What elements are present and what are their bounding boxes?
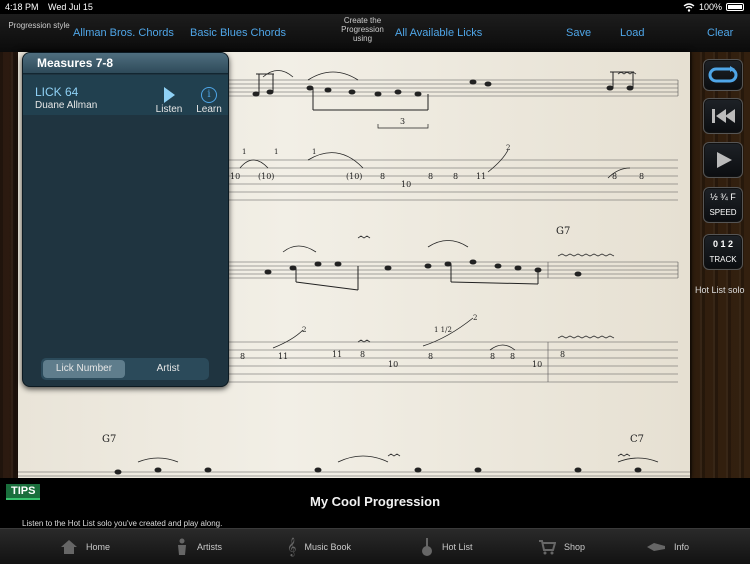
footer-panel: TIPS My Cool Progression Listen to the H…: [0, 478, 750, 528]
play-button[interactable]: [703, 142, 743, 178]
tab-number: 10: [230, 172, 240, 181]
tab-number: 8: [428, 352, 433, 361]
tab-number: 11: [332, 350, 342, 359]
sort-segmented-control: Lick Number Artist: [41, 358, 209, 380]
tab-number: 8: [639, 172, 644, 181]
allman-chords-button[interactable]: Allman Bros. Chords: [73, 27, 174, 39]
info-icon: i: [201, 87, 217, 103]
status-bar: 4:18 PM Wed Jul 15 100%: [0, 0, 750, 14]
lick-panel: Measures 7-8 LICK 64 Duane Allman Listen…: [22, 52, 229, 387]
guitar-icon: [422, 537, 432, 556]
bend-mark: 1: [312, 148, 316, 156]
tab-shop[interactable]: Shop: [538, 529, 585, 564]
learn-button[interactable]: i Learn: [191, 87, 227, 115]
wifi-icon: [683, 2, 695, 12]
track-label: TRACK: [709, 255, 737, 264]
tab-number: 8: [612, 172, 617, 181]
bend-mark: 2: [473, 314, 477, 322]
tab-hot-list[interactable]: Hot List: [420, 529, 473, 564]
guitarist-icon: [178, 538, 186, 555]
battery-percent: 100%: [698, 2, 722, 12]
tab-number: 8: [428, 172, 433, 181]
tab-number: (10): [258, 172, 274, 181]
bend-mark: 1: [274, 148, 278, 156]
status-right: 100%: [683, 2, 744, 12]
speed-button[interactable]: ½ ¾ F SPEED: [703, 187, 743, 223]
chord-label: G7: [102, 434, 116, 445]
tab-artists[interactable]: Artists: [175, 529, 222, 564]
tab-number: 11: [278, 352, 288, 361]
tab-number: 10: [401, 180, 411, 189]
lick-row[interactable]: LICK 64 Duane Allman Listen i Learn: [23, 75, 228, 115]
chord-label: G7: [556, 226, 570, 237]
treble-clef-icon: 𝄞: [287, 536, 297, 556]
save-button[interactable]: Save: [566, 27, 591, 39]
triplet-mark: 3: [400, 117, 405, 126]
hotlist-caption: Hot List solo: [695, 285, 745, 295]
tab-number: 11: [476, 172, 486, 181]
tab-number: 8: [240, 352, 245, 361]
track-values: 0 1 2: [712, 239, 734, 249]
tab-number: 8: [510, 352, 515, 361]
tip-text: Listen to the Hot List solo you've creat…: [22, 519, 223, 528]
status-time: 4:18 PM: [5, 2, 39, 12]
tab-home[interactable]: Home: [60, 529, 110, 564]
tab-number: 8: [560, 350, 565, 359]
progression-style-label: Progression style: [8, 21, 70, 30]
tab-number: 10: [388, 360, 398, 369]
tab-label: Music Book: [304, 541, 351, 552]
tab-label: Info: [674, 541, 690, 552]
status-date: Wed Jul 15: [48, 2, 93, 12]
segment-lick-number[interactable]: Lick Number: [43, 360, 125, 378]
bend-mark: 1: [242, 148, 246, 156]
panel-header: Measures 7-8: [23, 53, 228, 74]
top-toolbar: Progression style Allman Bros. Chords Ba…: [0, 14, 750, 53]
battery-icon: [726, 3, 744, 11]
tab-number: 10: [532, 360, 542, 369]
tab-label: Artists: [197, 541, 223, 552]
play-icon: [717, 152, 732, 168]
rewind-icon: [712, 109, 735, 123]
lick-artist: Duane Allman: [35, 100, 98, 111]
speed-values: ½ ¾ F: [710, 192, 736, 202]
all-licks-button[interactable]: All Available Licks: [395, 27, 482, 39]
tab-number: 8: [490, 352, 495, 361]
tab-number: 8: [360, 350, 365, 359]
tab-info[interactable]: Info: [646, 529, 689, 564]
info-icon: [647, 542, 665, 551]
bend-mark: 2: [506, 144, 510, 152]
segment-artist[interactable]: Artist: [127, 358, 209, 380]
loop-button[interactable]: [703, 59, 743, 91]
basic-blues-chords-button[interactable]: Basic Blues Chords: [190, 27, 286, 39]
bend-mark: 1 1/2: [434, 326, 452, 334]
learn-label: Learn: [196, 104, 222, 115]
tab-label: Hot List: [442, 541, 473, 552]
speed-label: SPEED: [709, 208, 737, 217]
create-progression-label: Create the Progression using: [341, 16, 384, 43]
clear-button[interactable]: Clear: [707, 27, 733, 39]
home-icon: [61, 539, 77, 554]
listen-label: Listen: [155, 104, 183, 115]
bend-mark: 2: [302, 326, 306, 334]
load-button[interactable]: Load: [620, 27, 644, 39]
tab-label: Shop: [564, 541, 586, 552]
chord-label: C7: [630, 434, 644, 445]
tab-number: (10): [346, 172, 362, 181]
lick-title: LICK 64: [35, 85, 79, 99]
track-button[interactable]: 0 1 2 TRACK: [703, 234, 743, 270]
listen-button[interactable]: Listen: [151, 87, 187, 115]
tab-label: Home: [86, 541, 111, 552]
rewind-button[interactable]: [703, 98, 743, 134]
tab-number: 8: [453, 172, 458, 181]
loop-icon: [708, 66, 738, 83]
play-icon: [163, 87, 175, 103]
tab-number: 8: [380, 172, 385, 181]
bottom-tab-bar: Home Artists 𝄞 Music Book Hot List Shop …: [0, 528, 750, 564]
progression-title: My Cool Progression: [309, 494, 441, 509]
tab-music-book[interactable]: 𝄞 Music Book: [287, 529, 351, 564]
cart-icon: [539, 539, 556, 554]
